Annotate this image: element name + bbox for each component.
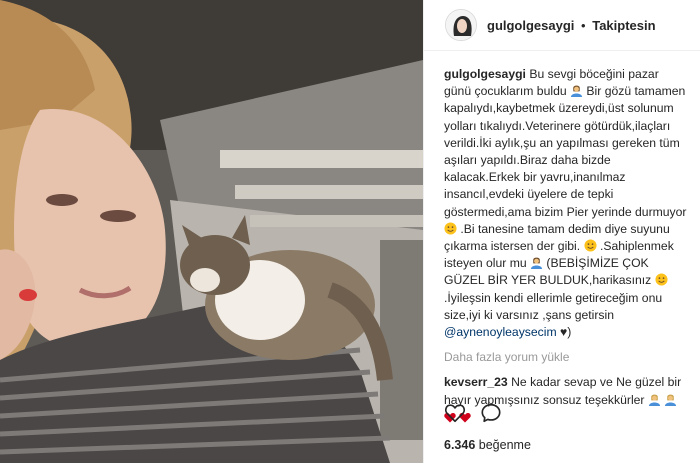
- likes-count[interactable]: 6.346 beğenme: [444, 438, 531, 452]
- caption: gulgolgesaygi Bu sevgi böceğini pazar gü…: [444, 66, 688, 341]
- post-header: gulgolgesaygi • Takiptesin: [424, 0, 700, 51]
- comment-username[interactable]: kevserr_23: [444, 375, 508, 389]
- photo-illustration: [0, 0, 423, 463]
- smile-emoji-icon: [584, 239, 597, 252]
- post-sidebar: gulgolgesaygi • Takiptesin gulgolgesaygi…: [423, 0, 700, 463]
- person-emoji-icon: [648, 394, 660, 406]
- smile-emoji-icon: [444, 222, 457, 235]
- header-text: gulgolgesaygi • Takiptesin: [487, 18, 656, 33]
- smile-emoji-icon: [655, 273, 668, 286]
- action-bar: [444, 402, 502, 424]
- avatar-illustration: [446, 10, 476, 40]
- caption-text-2: Bir gözü tamamen kapalıydı,kaybetmek üze…: [444, 84, 687, 219]
- caption-text-6: .İyileşsin kendi ellerimle getireceğim o…: [444, 290, 663, 322]
- person-emoji-icon: [665, 394, 677, 406]
- heart-icon[interactable]: [444, 402, 466, 424]
- comments-section: gulgolgesaygi Bu sevgi böceğini pazar gü…: [444, 66, 688, 428]
- likes-number: 6.346: [444, 438, 476, 452]
- person-emoji-icon: [530, 257, 543, 270]
- follow-status-button[interactable]: Takiptesin: [592, 18, 655, 33]
- person-emoji-icon: [570, 85, 583, 98]
- post-photo[interactable]: [0, 0, 423, 463]
- caption-text-7: ♥): [560, 325, 572, 340]
- instagram-post: gulgolgesaygi • Takiptesin gulgolgesaygi…: [0, 0, 700, 463]
- header-separator: •: [581, 17, 586, 33]
- avatar[interactable]: [445, 9, 477, 41]
- header-username[interactable]: gulgolgesaygi: [487, 18, 574, 33]
- caption-username[interactable]: gulgolgesaygi: [444, 67, 526, 81]
- likes-label: beğenme: [478, 438, 531, 452]
- load-more-comments-button[interactable]: Daha fazla yorum yükle: [444, 349, 688, 366]
- comment-icon[interactable]: [480, 402, 502, 424]
- mention-link[interactable]: @aynenoyleaysecim: [444, 325, 557, 339]
